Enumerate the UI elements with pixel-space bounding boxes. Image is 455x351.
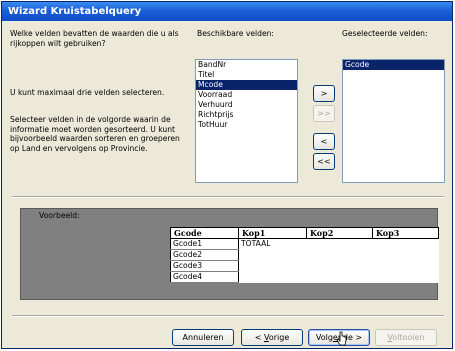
add-all-fields-button[interactable]: >>: [313, 105, 335, 122]
add-field-button[interactable]: >: [313, 85, 335, 102]
grid-row-header: Gcode2: [170, 249, 239, 261]
divider: [12, 315, 444, 317]
grid-cell: [373, 261, 439, 272]
grid-header: Kop2: [306, 227, 373, 239]
list-item[interactable]: Richtprijs: [196, 110, 297, 120]
finish-label-rest: oltooien: [392, 333, 425, 342]
window-title: Wizard Kruistabelquery: [2, 2, 452, 21]
grid-row-header: Gcode1: [170, 238, 239, 250]
next-label-prefix: Volg: [315, 333, 333, 342]
preview-grid: Gcode Kop1 Kop2 Kop3 Gcode1 TOTAAL Gcode…: [170, 227, 439, 283]
max-fields-note: U kunt maximaal drie velden selecteren.: [10, 88, 165, 97]
wizard-window: Wizard Kruistabelquery Welke velden beva…: [1, 1, 453, 349]
list-item-selected[interactable]: Gcode: [343, 60, 444, 70]
order-note: Selecteer velden in de volgorde waarin d…: [10, 115, 180, 153]
mouse-pointer-icon: [336, 331, 347, 346]
available-fields-label: Beschikbare velden:: [197, 29, 274, 38]
grid-cell: TOTAAL: [241, 239, 271, 248]
remove-all-fields-button[interactable]: <<: [313, 153, 335, 170]
list-item[interactable]: Verhuurd: [196, 100, 297, 110]
grid-header: Gcode: [170, 227, 239, 239]
selected-fields-list[interactable]: Gcode: [342, 59, 445, 183]
grid-row-header: Gcode4: [170, 271, 239, 283]
grid-cell: [373, 250, 439, 261]
grid-cell: [307, 261, 373, 272]
cancel-button[interactable]: Annuleren: [172, 329, 234, 346]
grid-cell: [307, 239, 373, 250]
back-button[interactable]: < Vorige: [241, 329, 303, 346]
divider: [12, 196, 444, 198]
back-label-prefix: <: [254, 333, 264, 342]
available-fields-list[interactable]: BandNr Titel Mcode Voorraad Verhuurd Ric…: [195, 59, 298, 183]
list-item[interactable]: TotHuur: [196, 120, 297, 130]
finish-button[interactable]: Voltooien: [375, 329, 437, 346]
selected-fields-label: Geselecteerde velden:: [342, 29, 428, 38]
grid-cell: [239, 272, 307, 283]
grid-cell: [307, 272, 373, 283]
list-item[interactable]: Voorraad: [196, 90, 297, 100]
list-item[interactable]: Titel: [196, 70, 297, 80]
list-item-selected[interactable]: Mcode: [196, 80, 297, 90]
question-text: Welke velden bevatten de waarden die u a…: [10, 29, 179, 48]
remove-field-button[interactable]: <: [313, 133, 335, 150]
grid-header: Kop1: [238, 227, 307, 239]
preview-label: Voorbeeld:: [39, 211, 80, 220]
grid-header: Kop3: [372, 227, 439, 239]
grid-row-header: Gcode3: [170, 260, 239, 272]
grid-cell: [373, 272, 439, 283]
grid-cell: [239, 261, 307, 272]
grid-cell: [307, 250, 373, 261]
grid-cell: [373, 239, 439, 250]
back-label-rest: orige: [268, 333, 290, 342]
grid-cell: [239, 250, 307, 261]
list-item[interactable]: BandNr: [196, 60, 297, 70]
